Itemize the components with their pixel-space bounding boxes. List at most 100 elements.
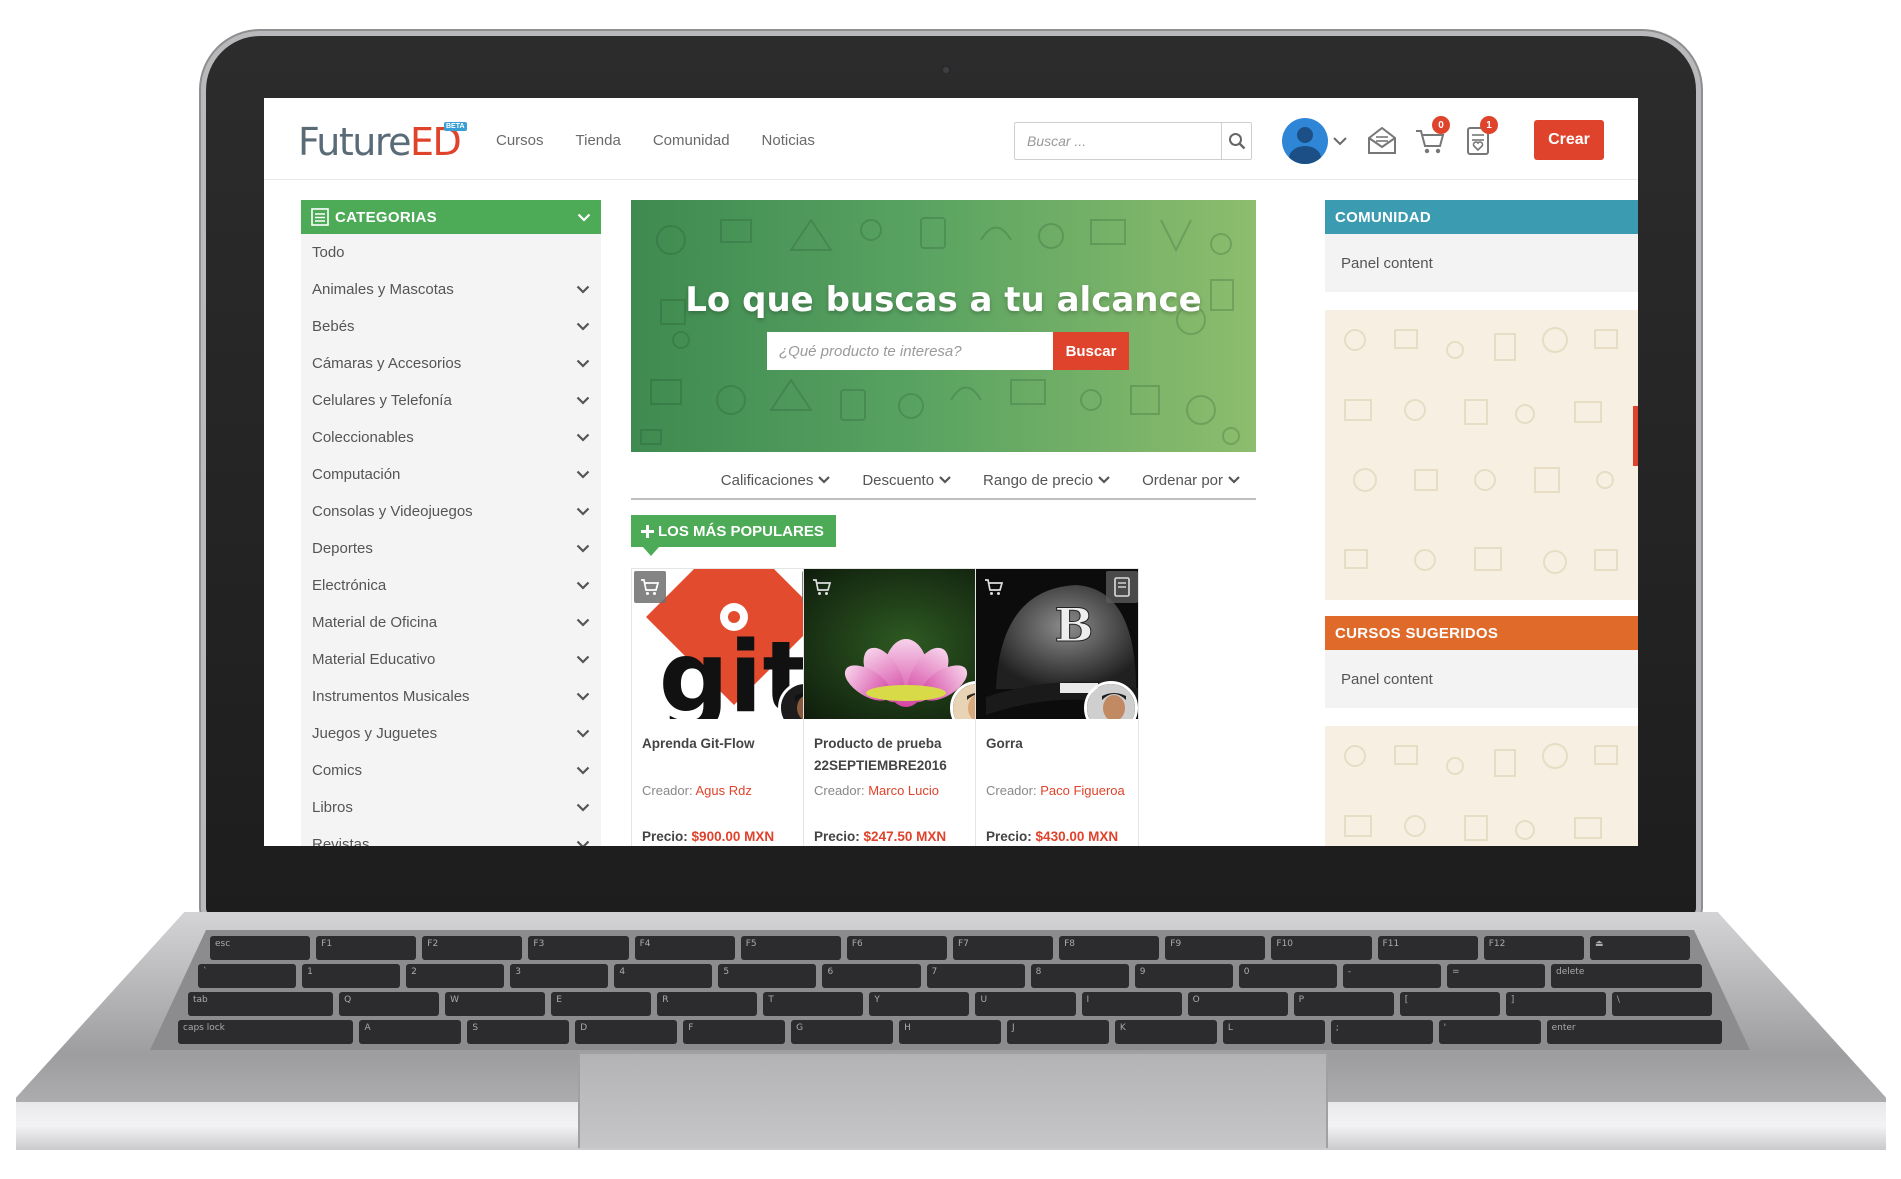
category-item[interactable]: Material Educativo: [301, 641, 601, 678]
chevron-down-icon[interactable]: [576, 544, 590, 553]
category-item[interactable]: Instrumentos Musicales: [301, 678, 601, 715]
category-item[interactable]: Animales y Mascotas: [301, 271, 601, 308]
category-item[interactable]: Comics: [301, 752, 601, 789]
filter-price-range[interactable]: Rango de precio: [983, 472, 1110, 489]
product-price: Precio: $430.00 MXN: [986, 829, 1119, 844]
category-item[interactable]: Juegos y Juguetes: [301, 715, 601, 752]
category-item[interactable]: Consolas y Videojuegos: [301, 493, 601, 530]
cart-count-badge: 0: [1432, 116, 1450, 134]
category-item[interactable]: Coleccionables: [301, 419, 601, 456]
creator-link[interactable]: Agus Rdz: [695, 783, 751, 798]
chevron-down-icon[interactable]: [576, 618, 590, 627]
futureed-logo[interactable]: FutureED: [298, 120, 462, 164]
filter-bar: Calificaciones Descuento Rango de precio…: [631, 462, 1256, 500]
chevron-down-icon[interactable]: [576, 766, 590, 775]
keyboard: esc F1 F2 F3 F4 F5 F6 F7 F8 F9 F10 F11 F12 ⏏ ` 1 2 3 4 5 6 7…: [150, 930, 1750, 1050]
chevron-down-icon[interactable]: [576, 507, 590, 516]
category-item[interactable]: Celulares y Telefonía: [301, 382, 601, 419]
nav-noticias[interactable]: Noticias: [762, 132, 815, 149]
category-label: Computación: [312, 466, 401, 483]
search-icon[interactable]: [1221, 123, 1251, 159]
category-item[interactable]: Libros: [301, 789, 601, 826]
filter-ratings[interactable]: Calificaciones: [721, 472, 831, 489]
category-item[interactable]: Bebés: [301, 308, 601, 345]
chevron-down-icon[interactable]: [576, 396, 590, 405]
filter-sort[interactable]: Ordenar por: [1142, 472, 1240, 489]
chevron-down-icon[interactable]: [576, 729, 590, 738]
product-search-input[interactable]: [767, 332, 1053, 370]
suggested-courses-body: Panel content: [1325, 650, 1638, 708]
add-to-cart-icon[interactable]: [978, 571, 1010, 603]
chevron-down-icon[interactable]: [576, 359, 590, 368]
suggested-banner-image: [1325, 726, 1638, 846]
product-title[interactable]: Producto de prueba 22SEPTIEMBRE2016: [814, 733, 964, 777]
popular-section-label: LOS MÁS POPULARES: [631, 515, 836, 556]
category-item[interactable]: Material de Oficina: [301, 604, 601, 641]
trackpad: [578, 1052, 1328, 1148]
product-creator: Creador: Marco Lucio: [814, 783, 940, 798]
category-label: Comics: [312, 762, 363, 779]
chevron-down-icon[interactable]: [576, 322, 590, 331]
chevron-down-icon: [1228, 476, 1240, 484]
create-button[interactable]: Crear: [1534, 120, 1604, 160]
add-to-cart-icon[interactable]: [634, 571, 666, 603]
category-item[interactable]: Todo: [301, 234, 601, 271]
category-label: Electrónica: [312, 577, 387, 594]
list-icon: [311, 208, 329, 226]
header-search-input[interactable]: [1015, 123, 1221, 159]
categories-title: CATEGORIAS: [335, 208, 437, 226]
messages-icon[interactable]: [1364, 122, 1400, 158]
category-label: Cámaras y Accesorios: [312, 355, 462, 372]
category-label: Coleccionables: [312, 429, 414, 446]
cart-icon[interactable]: 0: [1412, 116, 1450, 158]
category-label: Juegos y Juguetes: [312, 725, 438, 742]
nav-comunidad[interactable]: Comunidad: [653, 132, 730, 149]
community-panel: COMUNIDAD Panel content: [1325, 200, 1638, 292]
add-to-cart-icon[interactable]: [806, 571, 838, 603]
product-creator: Creador: Paco Figueroa: [986, 783, 1125, 798]
user-menu[interactable]: [1282, 118, 1348, 164]
category-label: Todo: [312, 244, 345, 261]
category-label: Animales y Mascotas: [312, 281, 454, 298]
chevron-down-icon: [1098, 476, 1110, 484]
category-item[interactable]: Deportes: [301, 530, 601, 567]
wishlist-icon[interactable]: 1: [1460, 116, 1498, 158]
category-item[interactable]: Computación: [301, 456, 601, 493]
creator-link[interactable]: Marco Lucio: [868, 783, 939, 798]
categories-header[interactable]: CATEGORIAS: [301, 200, 601, 234]
add-to-list-icon[interactable]: [1106, 571, 1138, 603]
page-scrollbar-indicator[interactable]: [1633, 406, 1638, 466]
browser-viewport: FutureED BETA Cursos Tienda Comunidad No…: [264, 98, 1638, 846]
product-card[interactable]: B Gorra Creador: Paco Figueroa Precio: $…: [975, 568, 1139, 846]
chevron-down-icon[interactable]: [576, 840, 590, 846]
categories-sidebar: CATEGORIAS Todo Animales y Mascotas Bebés C…: [301, 200, 601, 846]
category-item[interactable]: Electrónica: [301, 567, 601, 604]
chevron-down-icon[interactable]: [576, 285, 590, 294]
category-label: Material Educativo: [312, 651, 436, 668]
chevron-down-icon[interactable]: [576, 433, 590, 442]
chevron-down-icon[interactable]: [576, 803, 590, 812]
beta-badge: BETA: [444, 122, 467, 131]
suggested-courses-panel: CURSOS SUGERIDOS Panel content: [1325, 616, 1638, 708]
product-title[interactable]: Gorra: [986, 733, 1136, 755]
category-item[interactable]: Cámaras y Accesorios: [301, 345, 601, 382]
nav-tienda[interactable]: Tienda: [576, 132, 621, 149]
category-label: Material de Oficina: [312, 614, 438, 631]
product-search-button[interactable]: Buscar: [1053, 332, 1129, 370]
hero-search: Buscar: [767, 332, 1129, 370]
chevron-down-icon[interactable]: [576, 655, 590, 664]
community-banner-image: [1325, 310, 1638, 600]
chevron-down-icon[interactable]: [576, 692, 590, 701]
category-item[interactable]: Revistas: [301, 826, 601, 846]
product-creator: Creador: Agus Rdz: [642, 783, 752, 798]
product-price: Precio: $247.50 MXN: [814, 829, 947, 844]
chevron-down-icon[interactable]: [576, 470, 590, 479]
product-price: Precio: $900.00 MXN: [642, 829, 775, 844]
nav-cursos[interactable]: Cursos: [496, 132, 544, 149]
creator-link[interactable]: Paco Figueroa: [1040, 783, 1125, 798]
chevron-down-icon: [939, 476, 951, 484]
filter-discount[interactable]: Descuento: [862, 472, 951, 489]
product-title[interactable]: Aprenda Git-Flow: [642, 733, 792, 755]
chevron-down-icon[interactable]: [576, 581, 590, 590]
main-nav: Cursos Tienda Comunidad Noticias: [496, 132, 815, 149]
